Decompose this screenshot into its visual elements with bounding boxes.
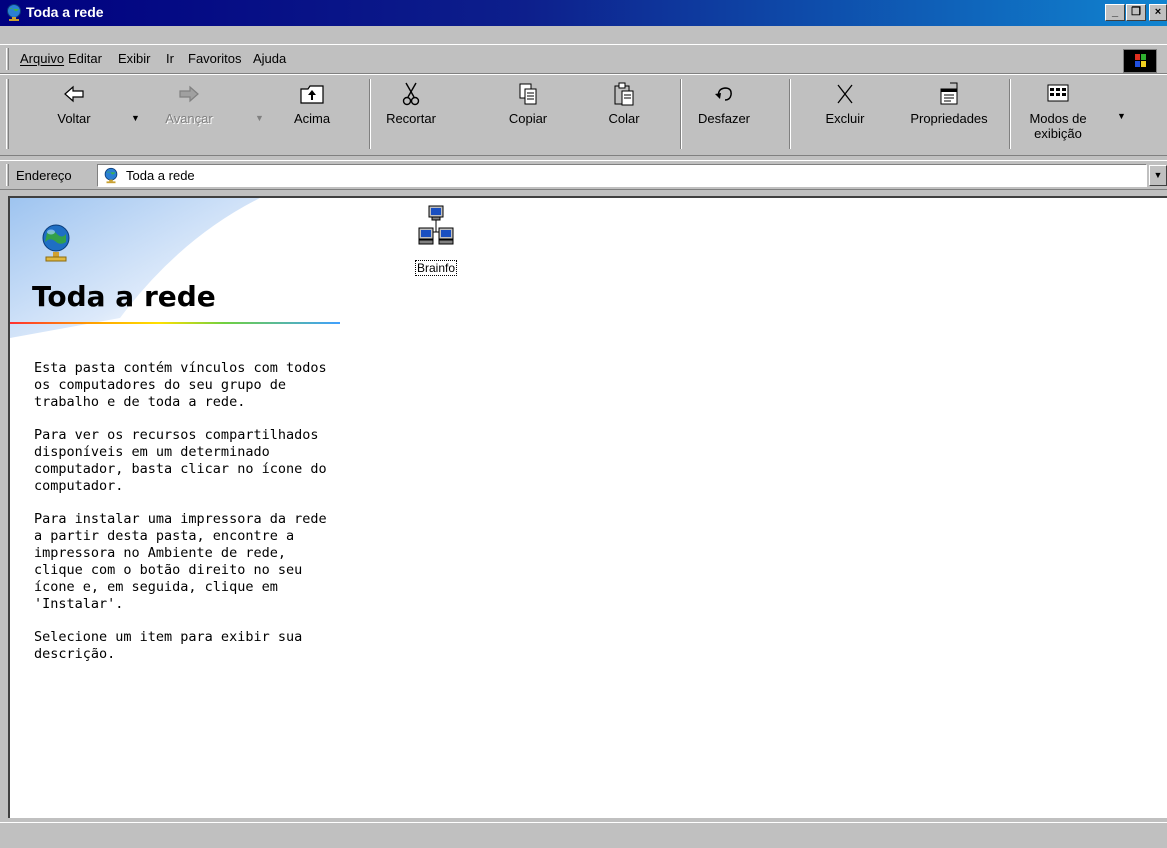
up-folder-icon [300,85,324,104]
cut-button[interactable]: Recortar [378,81,444,126]
toolbar-separator [680,79,682,149]
address-bar: Endereço Toda a rede ▼ [0,160,1167,190]
menu-grip[interactable] [6,48,9,70]
close-button[interactable]: × [1149,4,1167,21]
toolbar-separator [369,79,371,149]
scissors-icon [402,82,420,106]
network-item-label: Brainfo [414,260,458,276]
forward-dropdown-arrow[interactable]: ▼ [255,113,264,123]
description-paragraph: Selecione um item para exibir sua descri… [34,629,303,662]
standard-toolbar: Voltar ▼ Avançar ▼ Acima Recortar Copiar… [0,74,1167,156]
undo-icon [715,87,732,101]
status-bar [0,822,1167,848]
window-title: Toda a rede [26,4,104,20]
folder-title: Toda a rede [32,280,216,313]
network-neighborhood-globe-icon[interactable] [4,3,24,23]
network-item-brainfo[interactable]: Brainfo [406,204,466,276]
toolbar-separator [789,79,791,149]
up-button[interactable]: Acima [282,81,342,126]
network-neighborhood-globe-icon [104,167,118,184]
address-label: Endereço [16,168,72,183]
toolbar-separator [1009,79,1011,149]
menu-exibir[interactable]: Exibir [118,51,151,66]
properties-icon [940,82,958,105]
undo-button[interactable]: Desfazer [689,81,759,126]
description-paragraph: Esta pasta contém vínculos com todos os … [34,360,327,410]
paste-button[interactable]: Colar [594,81,654,126]
properties-button[interactable]: Propriedades [899,81,999,126]
title-bar[interactable]: Toda a rede _ ❐ × [0,0,1167,26]
network-globe-large-icon [42,224,70,262]
folder-view[interactable]: Toda a rede Esta pasta contém vínculos c… [8,196,1167,818]
folder-description: Esta pasta contém vínculos com todos os … [34,360,334,679]
description-paragraph: Para ver os recursos compartilhados disp… [34,427,327,494]
delete-x-icon [837,84,853,104]
paste-icon [614,82,634,106]
menu-bar: Arquivo Editar Exibir Ir Favoritos Ajuda [0,44,1167,74]
menu-editar[interactable]: Editar [68,51,102,66]
views-icon [1047,84,1069,102]
address-value: Toda a rede [126,168,195,183]
forward-arrow-icon [179,85,199,103]
menu-arquivo[interactable]: Arquivo [20,51,64,66]
back-dropdown-arrow[interactable]: ▼ [131,113,140,123]
toolbar-grip[interactable] [6,79,9,149]
menu-ir[interactable]: Ir [166,51,174,66]
address-grip[interactable] [6,164,9,186]
description-paragraph: Para instalar uma impressora da rede a p… [34,511,327,612]
back-button[interactable]: Voltar [44,81,104,126]
forward-button[interactable]: Avançar [156,81,222,126]
back-arrow-icon [64,85,84,103]
address-dropdown-button[interactable]: ▼ [1149,165,1167,186]
views-button[interactable]: Modos de exibição [1018,81,1098,141]
address-input[interactable]: Toda a rede [97,164,1147,187]
menu-favoritos[interactable]: Favoritos [188,51,241,66]
restore-button[interactable]: ❐ [1126,4,1146,21]
windows-logo-icon [1123,49,1157,73]
delete-button[interactable]: Excluir [815,81,875,126]
copy-icon [519,83,537,105]
views-dropdown-arrow[interactable]: ▼ [1117,111,1126,121]
menu-ajuda[interactable]: Ajuda [253,51,286,66]
network-workgroup-icon [418,205,454,245]
minimize-button[interactable]: _ [1105,4,1125,21]
copy-button[interactable]: Copiar [498,81,558,126]
title-underline [10,322,340,324]
